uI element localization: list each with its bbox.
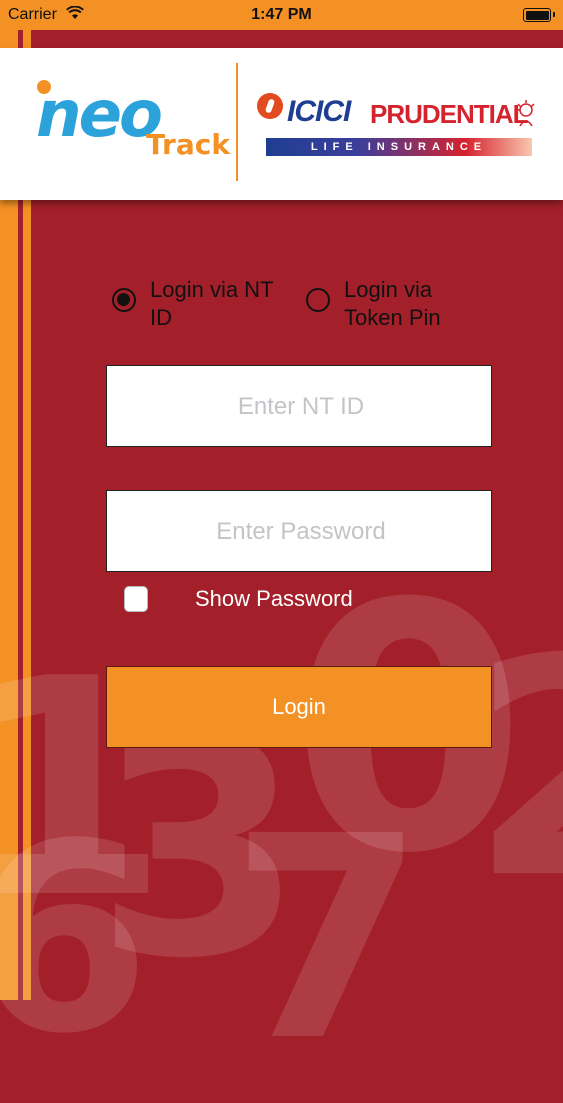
show-password-label[interactable]: Show Password [195,586,353,612]
show-password-checkbox[interactable] [124,586,148,612]
track-logo-text: Track [146,128,230,161]
icici-mark-icon [257,93,283,119]
radio-button-nt-id[interactable] [112,288,136,312]
logo-divider [236,63,238,181]
radio-button-token-pin[interactable] [306,288,330,312]
password-field[interactable] [106,490,495,573]
prudence-lady-icon [512,98,540,128]
logo-header: neo Track ICICI PRUDENTIAL LIFE INSURANC… [0,48,563,200]
nt-id-input[interactable] [107,366,495,448]
battery-icon [523,8,555,22]
watermark-digit: 7 [230,777,425,1103]
watermark-digit: 2 [470,620,563,920]
radio-label-nt-id[interactable]: Login via NT ID [150,276,300,332]
password-input[interactable] [107,491,495,573]
life-insurance-tagline: LIFE INSURANCE [266,138,532,156]
status-bar: Carrier 1:47 PM [0,0,563,30]
login-button[interactable]: Login [106,666,492,748]
prudential-brand-text: PRUDENTIAL [370,99,529,129]
neo-logo-text: neo [36,78,163,152]
radio-label-token-pin[interactable]: Login via Token Pin [344,276,494,332]
nt-id-field[interactable] [106,365,495,448]
status-time: 1:47 PM [251,6,312,23]
logo-dot-icon [37,80,51,94]
icici-brand-text: ICICI [287,95,351,128]
